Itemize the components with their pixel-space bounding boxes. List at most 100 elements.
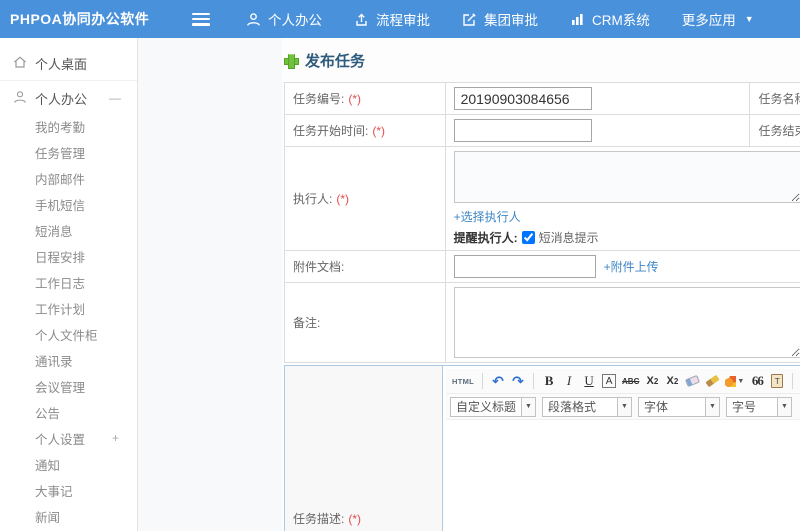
subscript-button[interactable]: X2 — [663, 371, 681, 391]
table-row: 执行人: (*) +选择执行人 提醒执行人: 短消息提示 — [284, 146, 800, 251]
menu-toggle-icon[interactable] — [192, 12, 210, 26]
sidebar-divider — [0, 80, 137, 81]
description-label: 任务描述: — [293, 511, 345, 526]
editor-content-area[interactable] — [446, 419, 800, 531]
sidebar-item-announcement[interactable]: 公告 — [0, 399, 137, 425]
superscript-button[interactable]: X2 — [643, 371, 661, 391]
table-row: 任务编号:(*) 任务名称:(*) — [284, 82, 800, 115]
table-row: 任务开始时间:(*) 任务结束时间:(*) — [284, 114, 800, 147]
strikethrough-button[interactable]: ABC — [620, 371, 641, 391]
task-no-input[interactable] — [453, 87, 592, 110]
chevron-down-icon: ▼ — [521, 397, 535, 416]
sidebar-item-news[interactable]: 新闻 — [0, 503, 137, 529]
chevron-down-icon: ▼ — [705, 397, 719, 416]
bold-button[interactable]: B — [540, 371, 558, 391]
reminder-label: 提醒执行人: — [453, 231, 518, 245]
sidebar-item-contacts[interactable]: 通讯录 — [0, 347, 137, 373]
sidebar-item-internal-mail[interactable]: 内部邮件 — [0, 165, 137, 191]
format-painter-button[interactable] — [703, 371, 721, 391]
underline-button[interactable]: U — [580, 371, 598, 391]
sidebar-item-work-log[interactable]: 工作日志 — [0, 269, 137, 295]
custom-title-select[interactable]: 自定义标题 ▼ — [450, 396, 536, 417]
task-form-table: 任务编号:(*) 任务名称:(*) 任务开始时间:(*) 任务结束时间 — [284, 82, 800, 363]
attachment-input[interactable] — [453, 255, 596, 278]
toolbar-separator — [533, 373, 535, 389]
home-icon — [13, 55, 35, 72]
executor-label: 执行人: — [293, 192, 333, 206]
html-source-button[interactable]: HTML — [450, 371, 476, 391]
chevron-down-icon: ▼ — [777, 397, 791, 416]
toolbar-separator — [792, 373, 794, 389]
nav-item-personal-office[interactable]: 个人办公 — [246, 9, 322, 29]
end-time-label: 任务结束时间: — [758, 124, 800, 138]
attachment-label: 附件文档: — [293, 260, 345, 274]
redo-button[interactable]: ↷ — [509, 371, 527, 391]
editor-toolbar-row2: 自定义标题 ▼ 段落格式 ▼ 字体 ▼ 字号 ▼ — [446, 394, 800, 419]
table-row: 附件文档: +附件上传 — [284, 250, 800, 283]
start-time-label: 任务开始时间: — [293, 124, 369, 138]
italic-button[interactable]: I — [560, 371, 578, 391]
undo-button[interactable]: ↶ — [489, 371, 507, 391]
task-no-label: 任务编号: — [293, 92, 345, 106]
sidebar-item-personal-settings[interactable]: 个人设置 + — [0, 425, 137, 451]
choose-executor-link[interactable]: +选择执行人 — [454, 210, 521, 224]
start-time-input[interactable] — [453, 119, 592, 142]
rich-text-editor: HTML ↶ ↷ B I U A ABC X2 X2 ▼ 66 T 自定义标题 … — [446, 369, 800, 531]
sidebar-item-personal-files[interactable]: 个人文件柜 — [0, 321, 137, 347]
paste-as-text-button[interactable]: T — [768, 371, 786, 391]
task-name-label: 任务名称: — [758, 92, 800, 106]
sidebar-item-work-plan[interactable]: 工作计划 — [0, 295, 137, 321]
sidebar-item-short-message[interactable]: 短消息 — [0, 217, 137, 243]
font-size-select[interactable]: 字号 ▼ — [726, 396, 792, 417]
content-gutter — [138, 38, 282, 531]
nav-item-group-approval[interactable]: 集团审批 — [462, 9, 538, 29]
sidebar-item-memorabilia[interactable]: 大事记 — [0, 477, 137, 503]
sidebar-item-meeting-management[interactable]: 会议管理 — [0, 373, 137, 399]
main-content: 发布任务 任务编号:(*) 任务名称:(*) 任务开始时间:(*) — [138, 38, 800, 531]
font-attributes-button[interactable]: A — [600, 371, 618, 391]
paragraph-format-select[interactable]: 段落格式 ▼ — [542, 396, 632, 417]
nav-item-more-apps[interactable]: 更多应用 ▼ — [682, 9, 754, 29]
attachment-upload-link[interactable]: +附件上传 — [604, 258, 659, 275]
chevron-down-icon: ▼ — [744, 14, 754, 24]
expand-icon[interactable]: + — [112, 431, 119, 445]
font-family-select[interactable]: 字体 ▼ — [638, 396, 720, 417]
sms-reminder-checkbox[interactable] — [521, 231, 535, 244]
app-logo: PHPOA协同办公软件 — [10, 11, 150, 27]
nav-item-workflow-approval[interactable]: 流程审批 — [354, 9, 430, 29]
highlight-pen-button[interactable]: ▼ — [723, 371, 746, 391]
toolbar-separator — [482, 373, 484, 389]
sidebar-item-personal-office[interactable]: 个人办公 — — [0, 83, 137, 113]
sidebar-item-schedule[interactable]: 日程安排 — [0, 243, 137, 269]
topbar: PHPOA协同办公软件 个人办公 流程审批 集团审批 CRM系统 更多应用 ▼ — [0, 0, 800, 38]
plus-icon — [284, 54, 299, 69]
sms-reminder-option-label: 短消息提示 — [538, 231, 599, 245]
nav-item-crm[interactable]: CRM系统 — [570, 9, 650, 29]
editor-toolbar-row1: HTML ↶ ↷ B I U A ABC X2 X2 ▼ 66 T — [446, 369, 800, 394]
executor-textarea[interactable] — [453, 151, 800, 203]
clipboard-icon: T — [771, 374, 784, 388]
collapse-icon[interactable]: — — [109, 91, 121, 105]
sidebar-item-personal-desktop[interactable]: 个人桌面 — [0, 48, 137, 78]
edit-icon — [462, 12, 477, 27]
table-row: 任务描述: (*) HTML ↶ ↷ B I U A ABC X 2 X 2 ▼… — [284, 365, 800, 531]
chevron-down-icon: ▼ — [617, 397, 631, 416]
user-icon — [246, 12, 261, 27]
sidebar-item-my-attendance[interactable]: 我的考勤 — [0, 113, 137, 139]
user-icon — [13, 90, 35, 107]
remove-format-button[interactable] — [683, 371, 701, 391]
required-mark: (*) — [348, 92, 362, 106]
remark-textarea[interactable] — [453, 287, 800, 358]
eraser-icon — [684, 374, 700, 388]
bar-chart-icon — [570, 12, 585, 27]
blockquote-button[interactable]: 66 — [748, 371, 766, 391]
process-icon — [354, 12, 369, 27]
sidebar-item-notice[interactable]: 通知 — [0, 451, 137, 477]
task-description-table: 任务描述: (*) HTML ↶ ↷ B I U A ABC X 2 X 2 ▼… — [284, 365, 800, 531]
magic-pen-icon — [725, 375, 737, 387]
required-mark: (*) — [336, 192, 350, 206]
chevron-down-icon: ▼ — [737, 377, 745, 385]
sidebar-item-mobile-sms[interactable]: 手机短信 — [0, 191, 137, 217]
table-row: 备注: — [284, 282, 800, 363]
sidebar-item-task-management[interactable]: 任务管理 — [0, 139, 137, 165]
